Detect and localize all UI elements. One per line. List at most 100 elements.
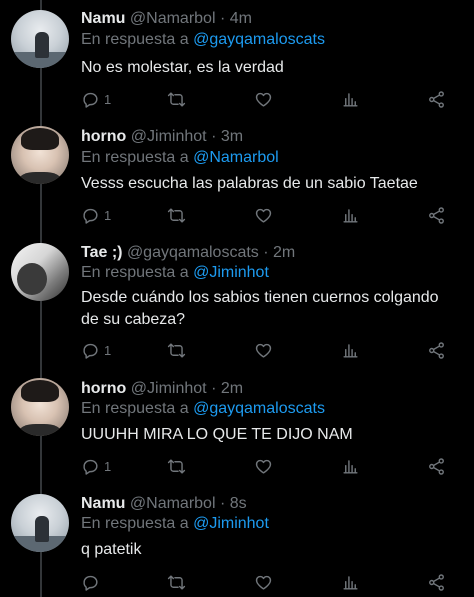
avatar[interactable] bbox=[11, 494, 69, 552]
display-name[interactable]: Namu bbox=[81, 10, 125, 27]
retweet-button[interactable] bbox=[167, 88, 186, 110]
reply-count: 1 bbox=[104, 458, 112, 474]
heart-icon bbox=[255, 92, 272, 107]
reply-button[interactable]: 1 bbox=[81, 88, 111, 110]
reply-prefix: En respuesta a bbox=[81, 31, 189, 48]
reply-button[interactable]: 1 bbox=[81, 455, 111, 477]
retweet-button[interactable] bbox=[167, 455, 186, 477]
timestamp[interactable]: 2m bbox=[273, 244, 295, 261]
separator: · bbox=[219, 10, 226, 27]
action-bar: 1 bbox=[81, 339, 461, 361]
mention-link[interactable]: @Namarbol bbox=[193, 149, 279, 166]
mention-link[interactable]: @Jiminhot bbox=[193, 515, 269, 532]
views-button[interactable] bbox=[341, 88, 360, 110]
reply-icon bbox=[83, 92, 98, 108]
retweet-button[interactable] bbox=[167, 204, 186, 226]
views-icon bbox=[343, 208, 358, 223]
heart-icon bbox=[255, 575, 272, 590]
retweet-icon bbox=[167, 574, 186, 590]
avatar[interactable] bbox=[11, 126, 69, 184]
reply-count: 1 bbox=[104, 342, 112, 358]
handle[interactable]: @Jiminhot bbox=[131, 128, 207, 145]
action-bar: 1 bbox=[81, 88, 461, 110]
retweet-icon bbox=[167, 458, 186, 474]
timestamp[interactable]: 2m bbox=[221, 380, 243, 397]
reply-icon bbox=[83, 343, 98, 359]
share-icon bbox=[429, 457, 444, 475]
avatar[interactable] bbox=[11, 243, 69, 301]
tweet-text: Vesss escucha las palabras de un sabio T… bbox=[81, 175, 418, 192]
timestamp[interactable]: 8s bbox=[230, 495, 247, 512]
reply-context: En respuesta a @Namarbol bbox=[81, 149, 279, 167]
reply-count: 1 bbox=[104, 91, 112, 107]
reply-button[interactable]: 1 bbox=[81, 339, 111, 361]
reply-button[interactable] bbox=[81, 571, 104, 593]
reply-context: En respuesta a @gayqamaloscats bbox=[81, 31, 325, 49]
avatar[interactable] bbox=[11, 10, 69, 68]
reply-context: En respuesta a @gayqamaloscats bbox=[81, 400, 325, 418]
like-button[interactable] bbox=[254, 339, 273, 361]
handle[interactable]: @gayqamaloscats bbox=[127, 244, 259, 261]
retweet-button[interactable] bbox=[167, 571, 186, 593]
views-icon bbox=[343, 575, 358, 590]
like-button[interactable] bbox=[254, 455, 273, 477]
share-button[interactable] bbox=[427, 571, 446, 593]
handle[interactable]: @Namarbol bbox=[130, 10, 216, 27]
tweet-header: Namu @Namarbol · 8s bbox=[81, 495, 247, 513]
reply-prefix: En respuesta a bbox=[81, 515, 189, 532]
like-button[interactable] bbox=[254, 204, 273, 226]
handle[interactable]: @Jiminhot bbox=[131, 380, 207, 397]
retweet-icon bbox=[167, 207, 186, 223]
tweet-header: Namu @Namarbol · 4m bbox=[81, 10, 252, 28]
reply-icon bbox=[83, 575, 98, 591]
display-name[interactable]: Tae ;) bbox=[81, 244, 122, 261]
timestamp[interactable]: 4m bbox=[230, 10, 252, 27]
views-button[interactable] bbox=[341, 571, 360, 593]
mention-link[interactable]: @Jiminhot bbox=[193, 264, 269, 281]
tweet-text: UUUHH MIRA LO QUE TE DIJO NAM bbox=[81, 426, 353, 443]
retweet-icon bbox=[167, 342, 186, 358]
views-button[interactable] bbox=[341, 339, 360, 361]
avatar[interactable] bbox=[11, 378, 69, 436]
like-button[interactable] bbox=[254, 571, 273, 593]
reply-icon bbox=[83, 208, 98, 224]
reply-button[interactable]: 1 bbox=[81, 204, 111, 226]
views-icon bbox=[343, 459, 358, 474]
display-name[interactable]: horno bbox=[81, 128, 126, 145]
action-bar: 1 bbox=[81, 455, 461, 477]
tweet-header: horno @Jiminhot · 3m bbox=[81, 128, 243, 146]
share-icon bbox=[429, 341, 444, 359]
share-button[interactable] bbox=[427, 88, 446, 110]
tweet-text: q patetik bbox=[81, 541, 142, 558]
share-icon bbox=[429, 206, 444, 224]
timestamp[interactable]: 3m bbox=[221, 128, 243, 145]
display-name[interactable]: Namu bbox=[81, 495, 125, 512]
share-icon bbox=[429, 573, 444, 591]
handle[interactable]: @Namarbol bbox=[130, 495, 216, 512]
views-icon bbox=[343, 343, 358, 358]
share-button[interactable] bbox=[427, 455, 446, 477]
reply-icon bbox=[83, 459, 98, 475]
share-button[interactable] bbox=[427, 204, 446, 226]
tweet-header: Tae ;) @gayqamaloscats · 2m bbox=[81, 244, 295, 262]
mention-link[interactable]: @gayqamaloscats bbox=[193, 31, 325, 48]
share-button[interactable] bbox=[427, 339, 446, 361]
action-bar bbox=[81, 571, 461, 593]
separator: · bbox=[211, 128, 217, 145]
like-button[interactable] bbox=[254, 88, 273, 110]
views-button[interactable] bbox=[341, 455, 360, 477]
reply-count: 1 bbox=[104, 207, 112, 223]
reply-context: En respuesta a @Jiminhot bbox=[81, 515, 269, 533]
display-name[interactable]: horno bbox=[81, 380, 126, 397]
reply-prefix: En respuesta a bbox=[81, 264, 189, 281]
tweet-header: horno @Jiminhot · 2m bbox=[81, 380, 243, 398]
mention-link[interactable]: @gayqamaloscats bbox=[193, 400, 325, 417]
reply-prefix: En respuesta a bbox=[81, 400, 189, 417]
action-bar: 1 bbox=[81, 204, 461, 226]
tweet-text: No es molestar, es la verdad bbox=[81, 59, 284, 76]
reply-context: En respuesta a @Jiminhot bbox=[81, 264, 269, 282]
reply-prefix: En respuesta a bbox=[81, 149, 189, 166]
views-icon bbox=[343, 92, 358, 107]
retweet-button[interactable] bbox=[167, 339, 186, 361]
views-button[interactable] bbox=[341, 204, 360, 226]
